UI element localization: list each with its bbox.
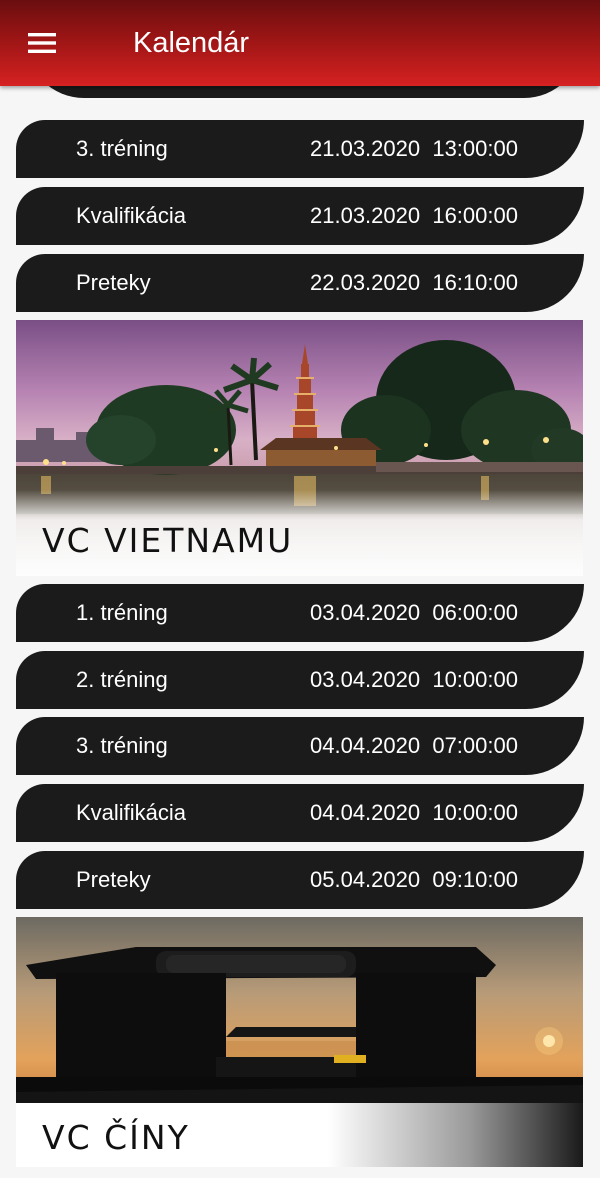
session-name: 3. tréning	[76, 733, 168, 758]
session-row[interactable]: 3. tréning 04.04.2020 07:00:00	[16, 717, 584, 775]
session-datetime: 04.04.2020 10:00:00	[310, 800, 518, 825]
race-banner-caption: VC VIETNAMU	[42, 521, 294, 560]
session-datetime: 22.03.2020 16:10:00	[310, 270, 518, 295]
session-row[interactable]: Preteky 22.03.2020 16:10:00	[16, 254, 584, 312]
session-datetime: 04.04.2020 07:00:00	[310, 733, 518, 758]
session-name: 2. tréning	[76, 667, 168, 692]
hamburger-menu-icon[interactable]	[20, 22, 64, 64]
session-name: Preteky	[76, 270, 151, 295]
session-name: 1. tréning	[76, 600, 168, 625]
session-name: Kvalifikácia	[76, 203, 187, 228]
session-name: Kvalifikácia	[76, 800, 187, 825]
session-datetime: 03.04.2020 10:00:00	[310, 667, 518, 692]
session-name: Preteky	[76, 867, 151, 892]
session-row[interactable]: Kvalifikácia 21.03.2020 16:00:00	[16, 187, 584, 245]
session-datetime: 05.04.2020 09:10:00	[310, 867, 518, 892]
calendar-list[interactable]: 3. tréning 21.03.2020 13:00:00 Kvalifiká…	[16, 86, 584, 1178]
session-datetime: 21.03.2020 16:00:00	[310, 203, 518, 228]
race-banner-vietnam[interactable]: VC VIETNAMU	[16, 320, 583, 576]
race-banner-caption: VC ČÍNY	[42, 1118, 190, 1157]
app-bar: Kalendár	[0, 0, 600, 86]
page-title: Kalendár	[133, 27, 250, 59]
session-row[interactable]: 2. tréning 03.04.2020 10:00:00	[16, 651, 584, 709]
session-row[interactable]: 3. tréning 21.03.2020 13:00:00	[16, 120, 584, 178]
session-datetime: 21.03.2020 13:00:00	[310, 136, 518, 161]
session-row[interactable]: 1. tréning 03.04.2020 06:00:00	[16, 584, 584, 642]
session-datetime: 03.04.2020 06:00:00	[310, 600, 518, 625]
session-row[interactable]: Kvalifikácia 04.04.2020 10:00:00	[16, 784, 584, 842]
session-name: 3. tréning	[76, 136, 168, 161]
race-banner-china[interactable]: VC ČÍNY	[16, 917, 583, 1167]
session-row[interactable]: Preteky 05.04.2020 09:10:00	[16, 851, 584, 909]
session-row-partial[interactable]	[26, 86, 582, 98]
